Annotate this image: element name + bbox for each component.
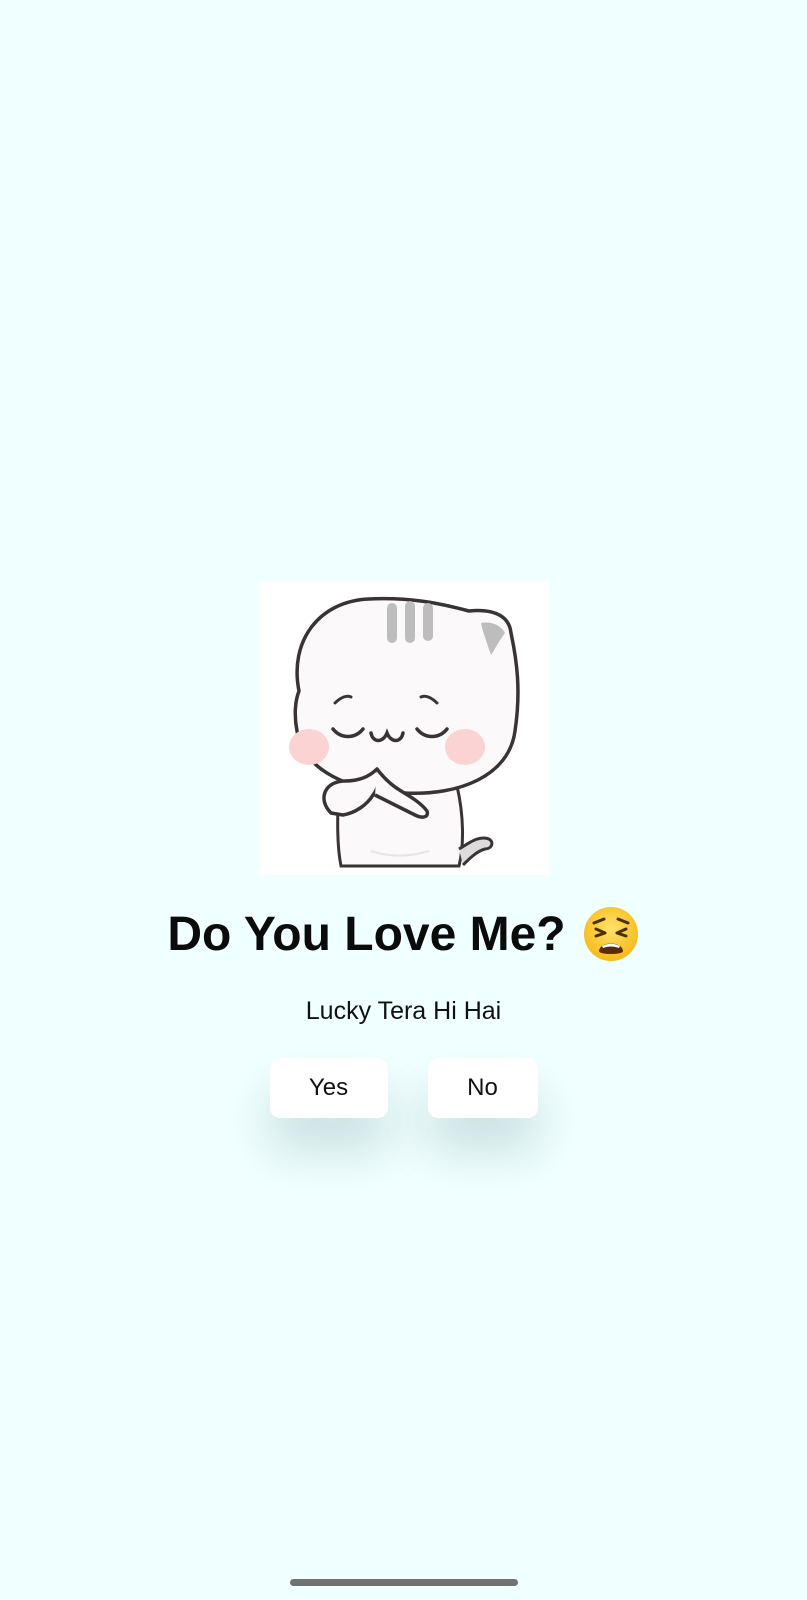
- question-row: Do You Love Me?: [167, 905, 639, 963]
- weary-face-icon: [582, 905, 640, 963]
- app-screen: Do You Love Me? Lucky Tera Hi Hai Yes No: [0, 0, 807, 1600]
- cat-sticker-image: [258, 581, 549, 875]
- yes-button[interactable]: Yes: [269, 1058, 388, 1118]
- no-button[interactable]: No: [427, 1058, 538, 1118]
- question-title: Do You Love Me?: [167, 907, 566, 961]
- main-content: Do You Love Me? Lucky Tera Hi Hai Yes No: [0, 581, 807, 1118]
- subtitle-text: Lucky Tera Hi Hai: [305, 997, 502, 1025]
- answer-buttons: Yes No: [269, 1058, 538, 1118]
- praying-cat-icon: [288, 596, 520, 868]
- home-indicator-bar[interactable]: [290, 1579, 518, 1586]
